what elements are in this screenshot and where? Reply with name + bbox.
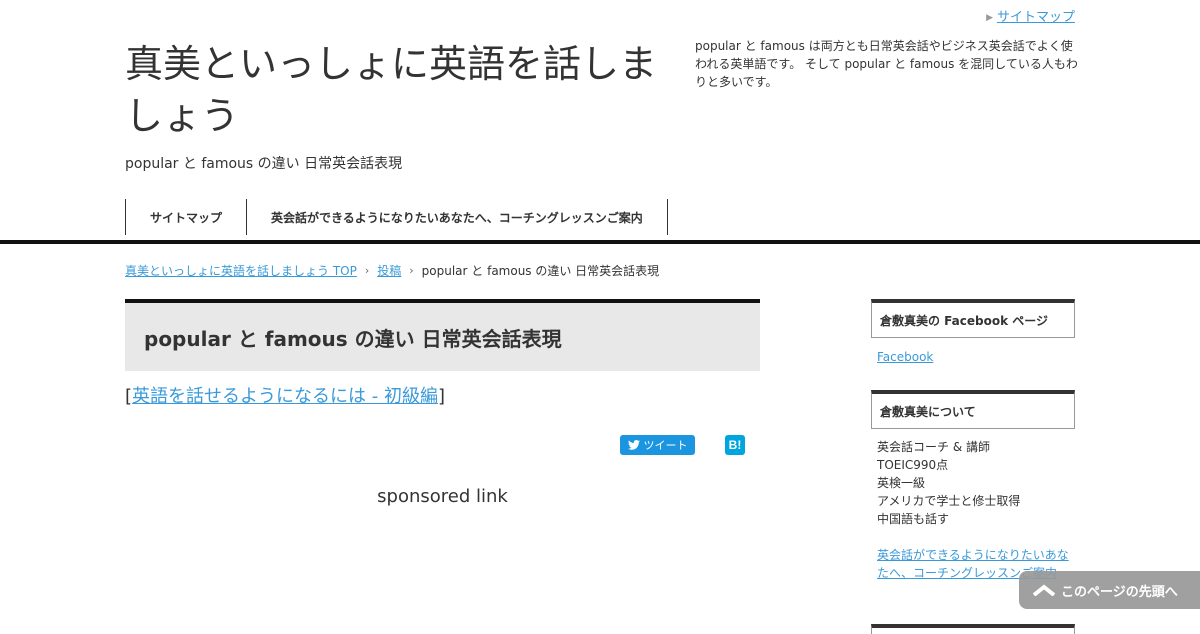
back-to-top-button[interactable]: このページの先頭へ	[1019, 571, 1200, 609]
sidebar-heading-facebook: 倉敷真美の Facebook ページ	[871, 299, 1075, 338]
nav-item-sitemap[interactable]: サイトマップ	[125, 199, 246, 235]
about-line: 英会話コーチ & 講師	[877, 440, 990, 454]
sitemap-link[interactable]: サイトマップ	[997, 10, 1075, 25]
sidebar-heading-about: 倉敷真美について	[871, 390, 1075, 429]
header-divider	[0, 240, 1200, 244]
triangle-right-icon: ▶	[986, 13, 993, 23]
hatena-bookmark-button[interactable]: B!	[725, 435, 745, 455]
site-subtitle: popular と famous の違い 日常英会話表現	[125, 156, 403, 172]
breadcrumb: 真美といっしょに英語を話しましょう TOP › 投稿 › popular と f…	[125, 262, 659, 279]
post-title-box: popular と famous の違い 日常英会話表現	[125, 299, 760, 371]
chevron-right-icon: ›	[364, 264, 370, 277]
tweet-button[interactable]: ツイート	[620, 435, 695, 455]
about-line: 英検一級	[877, 476, 926, 490]
site-title[interactable]: 真美といっしょに英語を話しましょう	[125, 38, 685, 142]
post-title: popular と famous の違い 日常英会話表現	[144, 326, 562, 351]
about-line: 中国語も話す	[877, 512, 950, 526]
breadcrumb-home[interactable]: 真美といっしょに英語を話しましょう TOP	[125, 262, 357, 279]
twitter-bird-icon	[627, 440, 640, 450]
about-line: アメリカで学士と修士取得	[877, 494, 1021, 508]
chevron-right-icon: ›	[409, 264, 414, 277]
breadcrumb-section[interactable]: 投稿	[377, 262, 401, 279]
header-sitemap: ▶ サイトマップ	[986, 6, 1075, 25]
related-link-line: [英語を話せるようになるには - 初級編]	[125, 382, 445, 408]
about-line: TOEIC990点	[877, 458, 949, 472]
about-list: 英会話コーチ & 講師 TOEIC990点 英検一級 アメリカで学士と修士取得 …	[877, 438, 1020, 528]
sidebar-next-box	[871, 624, 1075, 634]
global-nav: サイトマップ 英会話ができるようになりたいあなたへ、コーチングレッスンご案内	[125, 199, 668, 235]
nav-item-coaching[interactable]: 英会話ができるようになりたいあなたへ、コーチングレッスンご案内	[246, 199, 668, 235]
breadcrumb-current: popular と famous の違い 日常英会話表現	[421, 264, 660, 278]
bracket-close: ]	[437, 386, 445, 407]
bracket-open: [	[125, 386, 133, 407]
tweet-label: ツイート	[643, 440, 688, 452]
facebook-link[interactable]: Facebook	[877, 350, 933, 364]
sponsored-label: sponsored link	[377, 486, 508, 507]
site-description: popular と famous は両方とも日常英会話やビジネス英会話でよく使わ…	[695, 39, 1078, 89]
related-post-link[interactable]: 英語を話せるようになるには - 初級編	[132, 386, 438, 407]
chevron-up-icon	[1033, 584, 1055, 596]
back-to-top-label: このページの先頭へ	[1061, 584, 1178, 600]
